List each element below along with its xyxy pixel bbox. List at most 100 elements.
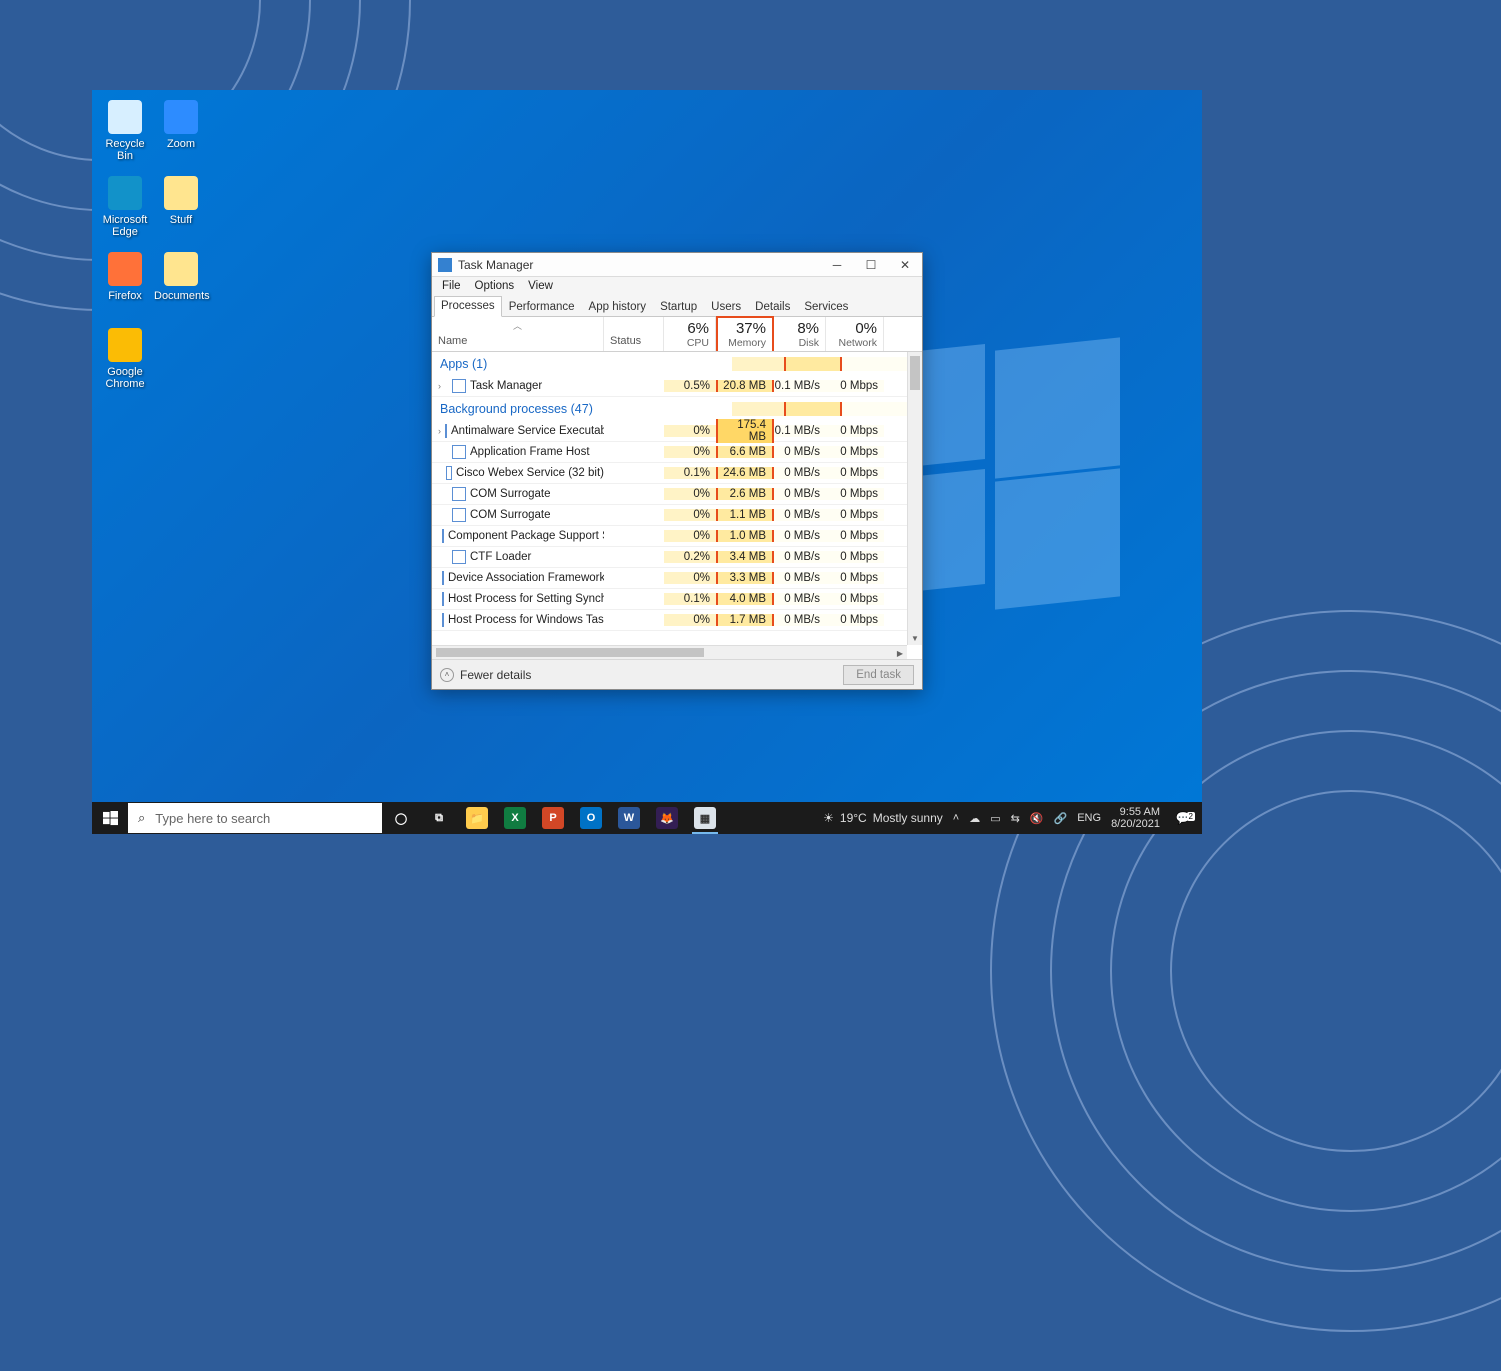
cortana-icon: ◯ <box>390 807 412 829</box>
cpu-value: 0% <box>664 446 716 458</box>
cpu-value: 0% <box>664 530 716 542</box>
menu-view[interactable]: View <box>522 279 559 293</box>
scroll-thumb[interactable] <box>436 648 704 657</box>
process-row[interactable]: COM Surrogate0%1.1 MB0 MB/s0 Mbps <box>432 505 922 526</box>
process-icon <box>452 379 466 393</box>
scroll-right-icon[interactable]: ▶ <box>893 646 907 659</box>
taskbar-firefox[interactable]: 🦊 <box>648 802 686 834</box>
tab-app-history[interactable]: App history <box>582 297 654 317</box>
weather-icon: ☀ <box>823 811 834 825</box>
notification-badge: 2 <box>1187 812 1195 821</box>
minimize-button[interactable]: ─ <box>820 253 854 277</box>
column-headers: ︿ Name Status 6% CPU 37% Memory 8% Disk … <box>432 317 922 352</box>
expand-icon[interactable]: › <box>438 381 448 391</box>
process-row[interactable]: Component Package Support S...0%1.0 MB0 … <box>432 526 922 547</box>
col-name[interactable]: ︿ Name <box>432 317 604 351</box>
process-name: CTF Loader <box>470 551 531 563</box>
desktop-icon-recycle-bin[interactable]: Recycle Bin <box>98 100 152 162</box>
scroll-down-icon[interactable]: ▼ <box>908 631 922 645</box>
taskbar-excel[interactable]: X <box>496 802 534 834</box>
tray-icon-5[interactable]: 🔗 <box>1054 812 1068 825</box>
chevron-up-icon[interactable]: ˄ <box>440 668 454 682</box>
taskbar-task-manager[interactable]: ▦ <box>686 802 724 834</box>
tab-processes[interactable]: Processes <box>434 296 502 317</box>
search-box[interactable]: ⌕ Type here to search <box>128 803 382 833</box>
disk-value: 0 MB/s <box>774 467 826 479</box>
taskbar-outlook[interactable]: O <box>572 802 610 834</box>
weather-widget[interactable]: ☀ 19°C Mostly sunny <box>823 811 943 825</box>
process-icon <box>445 424 447 438</box>
tab-startup[interactable]: Startup <box>653 297 704 317</box>
powerpoint-icon: P <box>542 807 564 829</box>
sort-chevron-icon: ︿ <box>513 319 522 332</box>
titlebar[interactable]: Task Manager ─ ☐ ✕ <box>432 253 922 277</box>
menu-file[interactable]: File <box>436 279 467 293</box>
desktop-icon-stuff[interactable]: Stuff <box>154 176 208 226</box>
process-row[interactable]: Device Association Framework ...0%3.3 MB… <box>432 568 922 589</box>
cpu-value: 0.2% <box>664 551 716 563</box>
task-manager-icon <box>438 258 452 272</box>
process-list: Apps (1)›Task Manager0.5%20.8 MB0.1 MB/s… <box>432 352 922 659</box>
horizontal-scrollbar[interactable]: ◀ ▶ <box>432 645 907 659</box>
clock[interactable]: 9:55 AM 8/20/2021 <box>1111 806 1160 830</box>
process-name: Application Frame Host <box>470 446 590 458</box>
tray-icon-3[interactable]: ⇆ <box>1011 812 1020 825</box>
close-button[interactable]: ✕ <box>888 253 922 277</box>
file-explorer-icon: 📁 <box>466 807 488 829</box>
desktop-icon-firefox[interactable]: Firefox <box>98 252 152 302</box>
tab-strip: Processes Performance App history Startu… <box>432 295 922 317</box>
task-view-icon: ⧉ <box>428 807 450 829</box>
process-row[interactable]: Cisco Webex Service (32 bit)0.1%24.6 MB0… <box>432 463 922 484</box>
end-task-button[interactable]: End task <box>843 665 914 685</box>
taskbar-powerpoint[interactable]: P <box>534 802 572 834</box>
col-disk[interactable]: 8% Disk <box>774 317 826 351</box>
col-memory[interactable]: 37% Memory <box>716 316 774 351</box>
group-label: Apps (1) <box>440 357 666 371</box>
process-row[interactable]: Application Frame Host0%6.6 MB0 MB/s0 Mb… <box>432 442 922 463</box>
maximize-button[interactable]: ☐ <box>854 253 888 277</box>
col-status[interactable]: Status <box>604 317 664 351</box>
language-indicator[interactable]: ENG <box>1077 812 1101 824</box>
action-center-button[interactable]: 💬 2 <box>1170 811 1196 825</box>
icon-label: Firefox <box>98 290 152 302</box>
process-row[interactable]: ›Antimalware Service Executable0%175.4 M… <box>432 421 922 442</box>
tray-icon-0[interactable]: ˄ <box>953 812 959 824</box>
process-row[interactable]: ›Task Manager0.5%20.8 MB0.1 MB/s0 Mbps <box>432 376 922 397</box>
icon-label: Microsoft Edge <box>98 214 152 238</box>
app-icon <box>164 176 198 210</box>
taskbar-word[interactable]: W <box>610 802 648 834</box>
desktop-icon-google-chrome[interactable]: Google Chrome <box>98 328 152 390</box>
taskbar-task-view[interactable]: ⧉ <box>420 802 458 834</box>
disk-value: 0 MB/s <box>774 446 826 458</box>
desktop-icon-documents[interactable]: Documents <box>154 252 208 302</box>
memory-value: 2.6 MB <box>716 488 774 500</box>
taskbar-cortana[interactable]: ◯ <box>382 802 420 834</box>
taskbar-file-explorer[interactable]: 📁 <box>458 802 496 834</box>
tab-users[interactable]: Users <box>704 297 748 317</box>
start-button[interactable] <box>92 802 128 834</box>
process-row[interactable]: Host Process for Windows Tasks0%1.7 MB0 … <box>432 610 922 631</box>
desktop-icon-microsoft-edge[interactable]: Microsoft Edge <box>98 176 152 238</box>
process-row[interactable]: Host Process for Setting Synchr...0.1%4.… <box>432 589 922 610</box>
process-icon <box>442 571 444 585</box>
vertical-scrollbar[interactable]: ▲ ▼ <box>907 352 922 645</box>
memory-value: 20.8 MB <box>716 380 774 392</box>
process-row[interactable]: COM Surrogate0%2.6 MB0 MB/s0 Mbps <box>432 484 922 505</box>
process-row[interactable]: CTF Loader0.2%3.4 MB0 MB/s0 Mbps <box>432 547 922 568</box>
process-name: Task Manager <box>470 380 542 392</box>
tab-services[interactable]: Services <box>797 297 855 317</box>
col-cpu[interactable]: 6% CPU <box>664 317 716 351</box>
fewer-details-link[interactable]: Fewer details <box>460 668 531 682</box>
tab-details[interactable]: Details <box>748 297 797 317</box>
tray-icon-1[interactable]: ☁ <box>969 812 980 825</box>
tab-performance[interactable]: Performance <box>502 297 582 317</box>
col-network[interactable]: 0% Network <box>826 317 884 351</box>
expand-icon[interactable]: › <box>438 426 441 436</box>
scroll-thumb[interactable] <box>910 356 920 390</box>
desktop-icon-zoom[interactable]: Zoom <box>154 100 208 150</box>
tray-icon-2[interactable]: ▭ <box>990 812 1000 825</box>
disk-value: 0 MB/s <box>774 614 826 626</box>
tray-icon-4[interactable]: 🔇 <box>1030 812 1044 825</box>
menu-options[interactable]: Options <box>469 279 521 293</box>
network-value: 0 Mbps <box>826 551 884 563</box>
